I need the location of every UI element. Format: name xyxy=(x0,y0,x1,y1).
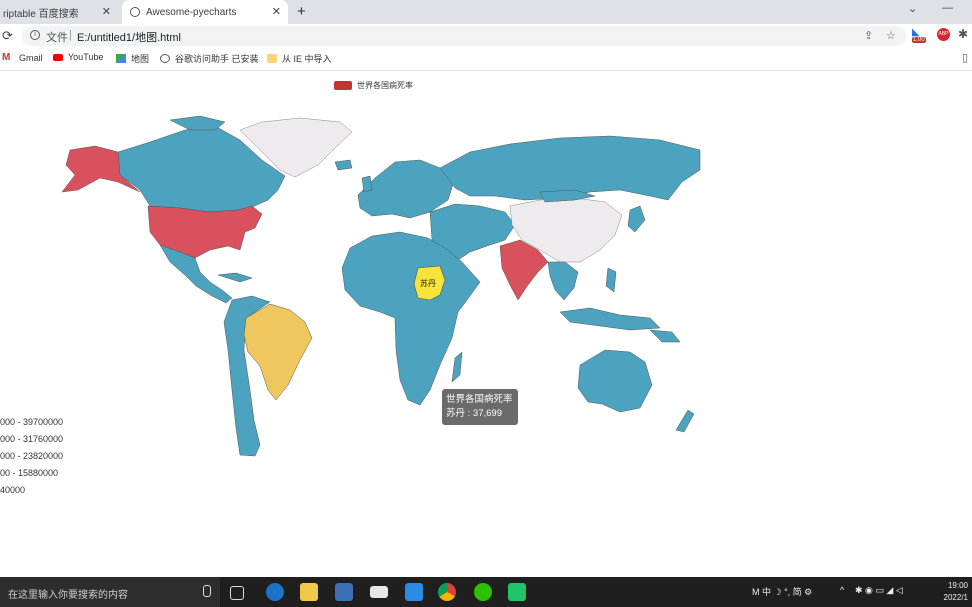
tab-strip: riptable 百度搜索 ✕ Awesome-pyecharts ✕ + ⌄ … xyxy=(0,0,972,24)
url-text[interactable]: E:/untitled1/地图.html xyxy=(77,29,181,45)
scheme-label: 文件 xyxy=(46,32,68,44)
gmail-icon: M xyxy=(2,52,11,63)
pycharm-icon[interactable] xyxy=(508,583,526,601)
taskbar: 在这里输入你要搜索的内容 M 中 ☽ °, 简 ⚙ ^ ✱ ◉ ▭ ◢ ◁ 19… xyxy=(0,577,972,607)
chrome-icon[interactable] xyxy=(438,583,456,601)
youtube-icon xyxy=(53,53,63,61)
country-canada-islands xyxy=(169,115,226,131)
world-map[interactable] xyxy=(0,70,972,577)
bookmark-label: YouTube xyxy=(68,52,104,62)
maps-icon xyxy=(116,54,126,63)
bookmark-label: 地图 xyxy=(131,54,150,64)
star-icon[interactable]: ☆ xyxy=(886,29,896,42)
share-icon[interactable]: ⇪ xyxy=(864,29,873,42)
bookmark-maps[interactable]: 地图 xyxy=(116,52,149,65)
adblock-icon[interactable]: ABP xyxy=(937,28,950,41)
country-australia xyxy=(577,349,653,413)
tab-pyecharts[interactable]: Awesome-pyecharts ✕ xyxy=(122,0,288,24)
wechat-icon[interactable] xyxy=(474,583,492,601)
folder-icon xyxy=(267,54,277,63)
map-tooltip: 世界各国病死率 苏丹 : 37,699 xyxy=(442,389,518,425)
puzzle-icon[interactable]: ✱ xyxy=(958,27,968,41)
close-icon[interactable]: ✕ xyxy=(272,5,281,18)
extension-badge: 1.00 xyxy=(912,37,926,43)
tooltip-value: 苏丹 : 37,699 xyxy=(446,408,502,419)
tab-title: riptable 百度搜索 xyxy=(3,8,79,20)
tab-title: Awesome-pyecharts xyxy=(146,6,237,18)
tooltip-series: 世界各国病死率 xyxy=(446,394,513,405)
task-view-icon[interactable] xyxy=(230,586,244,600)
bookmark-label: 谷歌访问助手 已安装 xyxy=(175,54,259,64)
bookmark-youtube[interactable]: YouTube xyxy=(53,52,103,62)
bookmarks-bar: M Gmail YouTube 地图 谷歌访问助手 已安装 从 IE 中导入 ▯ xyxy=(0,48,972,71)
country-iceland xyxy=(334,159,353,171)
separator: | xyxy=(69,29,72,41)
country-new-zealand xyxy=(675,409,695,433)
country-japan xyxy=(627,205,646,233)
globe-icon xyxy=(160,54,170,63)
country-philippines xyxy=(605,267,617,293)
country-madagascar xyxy=(451,351,463,383)
bookmark-google-helper[interactable]: 谷歌访问助手 已安装 xyxy=(160,52,259,65)
visual-map-range[interactable]: 00 - 15880000 xyxy=(0,468,58,478)
tab-baidu[interactable]: riptable 百度搜索 ✕ xyxy=(0,0,118,24)
reading-list-icon[interactable]: ▯ xyxy=(962,51,968,64)
globe-icon xyxy=(130,7,140,17)
clock-time: 19:00 xyxy=(947,581,968,590)
country-indonesia xyxy=(559,307,661,331)
country-uk xyxy=(361,175,373,193)
chevron-down-icon[interactable]: ⌄ xyxy=(908,2,917,15)
bookmark-ie-import[interactable]: 从 IE 中导入 xyxy=(267,52,332,65)
minimize-icon[interactable]: — xyxy=(942,2,953,14)
taskbar-search[interactable]: 在这里输入你要搜索的内容 xyxy=(0,577,220,607)
clock[interactable]: 19:00 2022/1 xyxy=(944,580,968,604)
tray-chevron-icon[interactable]: ^ xyxy=(840,585,844,595)
microphone-icon[interactable] xyxy=(203,585,211,597)
country-brazil xyxy=(243,303,313,401)
file-explorer-icon[interactable] xyxy=(300,583,318,601)
visual-map-range[interactable]: 000 - 31760000 xyxy=(0,434,63,444)
reload-icon[interactable]: ⟳ xyxy=(2,28,13,44)
omnibox[interactable]: i 文件 | E:/untitled1/地图.html ⇪ ☆ xyxy=(22,26,906,46)
bookmark-label: Gmail xyxy=(19,52,43,63)
edge-icon[interactable] xyxy=(266,583,284,601)
store-icon[interactable] xyxy=(335,583,353,601)
input-method-icon[interactable]: M 中 ☽ °, 简 ⚙ xyxy=(752,585,812,598)
country-southeast-asia xyxy=(547,261,579,301)
clock-date: 2022/1 xyxy=(943,593,968,602)
taskbar-search-placeholder: 在这里输入你要搜索的内容 xyxy=(8,590,128,601)
address-bar: ⟳ i 文件 | E:/untitled1/地图.html ⇪ ☆ ◣ 1.00… xyxy=(0,24,972,48)
mail-icon[interactable] xyxy=(370,586,388,598)
bookmark-label: 从 IE 中导入 xyxy=(282,54,332,64)
country-papua xyxy=(649,329,681,343)
tray-icons[interactable]: ✱ ◉ ▭ ◢ ◁ xyxy=(855,585,903,596)
visual-map-range[interactable]: 40000 xyxy=(0,485,25,495)
visual-map-range[interactable]: 000 - 39700000 xyxy=(0,417,63,427)
visual-map-range[interactable]: 000 - 23820000 xyxy=(0,451,63,461)
app-icon[interactable] xyxy=(405,583,423,601)
new-tab-icon[interactable]: + xyxy=(297,3,306,20)
map-region-label: 苏丹 xyxy=(420,279,436,288)
info-icon[interactable]: i xyxy=(30,30,40,40)
bookmark-gmail[interactable]: M Gmail xyxy=(2,52,43,63)
country-caribbean xyxy=(217,272,253,283)
close-icon[interactable]: ✕ xyxy=(102,5,111,18)
